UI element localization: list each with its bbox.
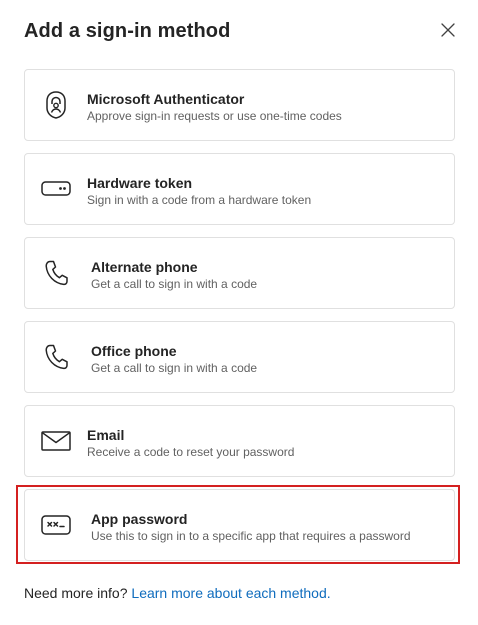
learn-more-link[interactable]: Learn more about each method. xyxy=(131,585,330,601)
method-name: Hardware token xyxy=(87,175,193,191)
method-office-phone[interactable]: Office phone Get a call to sign in with … xyxy=(24,321,455,393)
method-description: Get a call to sign in with a code xyxy=(91,277,258,291)
method-name: Office phone xyxy=(91,343,177,359)
method-description: Approve sign-in requests or use one-time… xyxy=(87,109,342,123)
method-app-password[interactable]: App password Use this to sign in to a sp… xyxy=(24,489,455,561)
phone-icon xyxy=(39,256,73,290)
method-description: Use this to sign in to a specific app th… xyxy=(91,529,411,543)
method-name: Microsoft Authenticator xyxy=(87,91,245,107)
method-microsoft-authenticator[interactable]: Microsoft Authenticator Approve sign-in … xyxy=(24,69,455,141)
method-alternate-phone[interactable]: Alternate phone Get a call to sign in wi… xyxy=(24,237,455,309)
method-description: Get a call to sign in with a code xyxy=(91,361,258,375)
method-description: Sign in with a code from a hardware toke… xyxy=(87,193,312,207)
method-description: Receive a code to reset your password xyxy=(87,445,295,459)
phone-icon xyxy=(39,340,73,374)
method-name: Email xyxy=(87,427,125,443)
add-sign-in-method-dialog: Add a sign-in method Microsoft Authentic… xyxy=(0,0,478,625)
dialog-title: Add a sign-in method xyxy=(24,20,231,42)
hardware-token-icon xyxy=(39,172,73,206)
method-email[interactable]: Email Receive a code to reset your passw… xyxy=(24,405,455,477)
authenticator-lock-icon xyxy=(39,88,73,122)
footer: Need more info? Learn more about each me… xyxy=(24,585,331,601)
mail-icon xyxy=(39,424,73,458)
method-hardware-token[interactable]: Hardware token Sign in with a code from … xyxy=(24,153,455,225)
close-icon xyxy=(440,22,456,43)
method-name: Alternate phone xyxy=(91,259,198,275)
footer-prompt: Need more info? xyxy=(24,585,128,601)
method-name: App password xyxy=(91,511,188,527)
app-password-icon xyxy=(39,508,73,542)
close-button[interactable] xyxy=(436,20,460,44)
